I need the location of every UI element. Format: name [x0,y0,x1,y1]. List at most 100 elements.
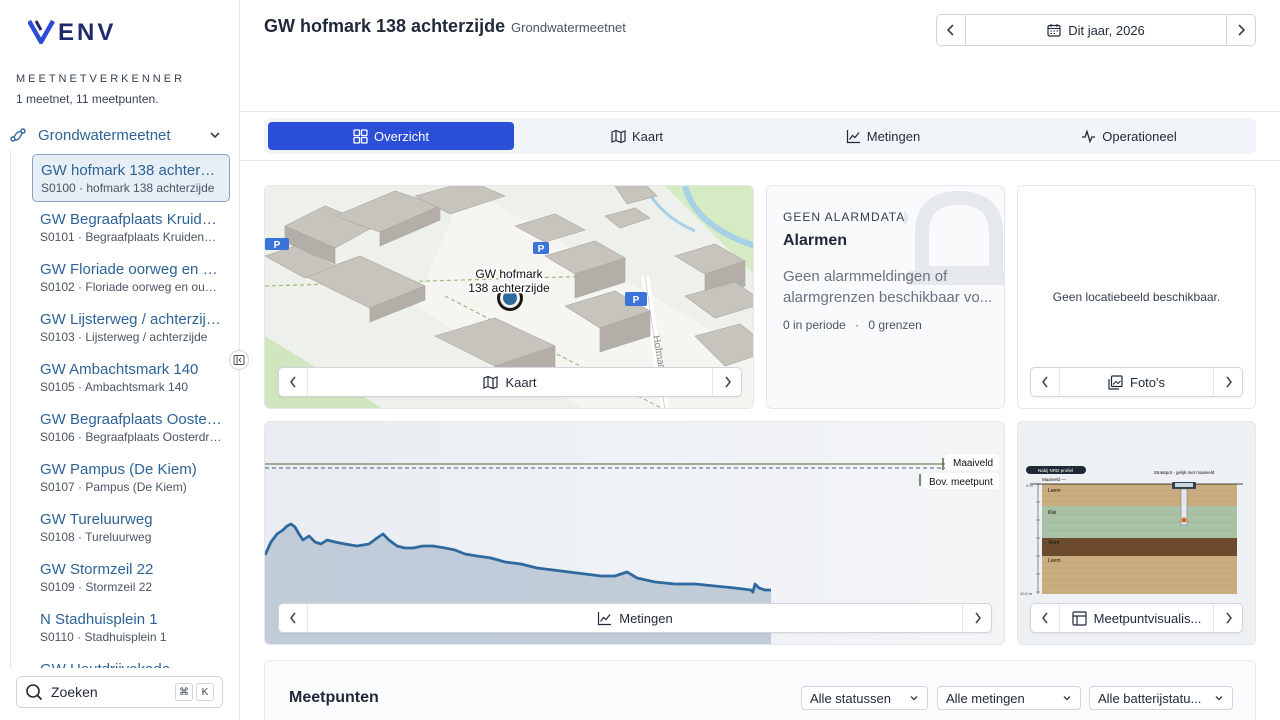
point-subtitle: S0108 · Tureluurweg [40,530,152,544]
previous-period-button[interactable] [937,15,965,45]
map-next-button[interactable] [713,368,741,396]
network-group-toggle[interactable]: Grondwatermeetnet [10,124,230,146]
date-range-picker[interactable]: Dit jaar, 2026 [965,15,1227,45]
tab-overzicht[interactable]: Overzicht [268,122,514,150]
search-button[interactable]: Zoeken ⌘ K [16,676,223,708]
point-title: GW Tureluurweg [40,511,153,528]
point-title: GW hofmark 138 achterzijde [41,162,221,179]
tab-label: Metingen [866,128,921,144]
point-item-partial[interactable]: GW Houtdrijvekade [32,654,230,668]
legend-surface-label: Maaiveld [953,458,993,469]
tab-operationeel[interactable]: Operationeel [1006,122,1252,150]
layout-panel-icon [1072,610,1087,626]
photo-next-button[interactable] [1214,368,1242,396]
alarm-title: Alarmen [783,232,848,249]
map-open-button[interactable]: Kaart [307,368,713,396]
visual-open-button[interactable]: Meetpuntvisualis... [1059,604,1214,632]
status-filter-value: Alle statussen [810,690,891,706]
point-item-s0110[interactable]: N Stadhuisplein 1 S0110 · Stadhuisplein … [32,604,230,652]
parking-label: P [633,295,640,306]
point-item-s0108[interactable]: GW Tureluurweg S0108 · Tureluurweg [32,504,230,552]
point-item-s0109[interactable]: GW Stormzeil 22 S0109 · Stormzeil 22 [32,554,230,602]
point-item-s0106[interactable]: GW Begraafplaats Oosterdreef S0106 · Beg… [32,404,230,452]
point-subtitle: S0102 · Floriade oorweg en ouderen [40,280,222,294]
page-title: GW hofmark 138 achterzijde [264,16,506,36]
map-icon [611,129,626,143]
network-icon [10,128,26,142]
point-subtitle: S0110 · Stadhuisplein 1 [40,630,167,644]
point-item-s0103[interactable]: GW Lijsterweg / achterzijde S0103 · Lijs… [32,304,230,352]
chart-line-icon [846,129,860,143]
map-icon [483,375,499,389]
layer-label: Leem [1048,488,1061,494]
visual-next-button[interactable] [1214,604,1242,632]
next-period-button[interactable] [1227,15,1255,45]
tab-label: Operationeel [1102,128,1177,144]
measurements-previous-button[interactable] [279,604,307,632]
map-previous-button[interactable] [279,368,307,396]
chevron-left-icon [1041,376,1048,388]
alarm-eyebrow: GEEN ALARMDATA [783,210,906,224]
tab-label: Kaart [631,128,664,144]
point-item-s0107[interactable]: GW Pampus (De Kiem) S0107 · Pampus (De K… [32,454,230,502]
status-filter-select[interactable]: Alle statussen [801,686,928,710]
activity-icon [1082,128,1096,143]
map-card: P P P Hofmark GW hofmark 138 achterzijde… [264,185,754,409]
visual-pager-label: Meetpuntvisualis... [1093,610,1202,626]
measurements-next-button[interactable] [963,604,991,632]
grid-icon [353,128,368,144]
date-range-nav: Dit jaar, 2026 [936,14,1256,46]
date-range-label: Dit jaar, 2026 [1068,22,1145,38]
point-title: GW Floriade oorweg en ouderen [40,261,222,278]
shortcut-key-cmd: ⌘ [175,683,193,701]
point-item-s0102[interactable]: GW Floriade oorweg en ouderen S0102 · Fl… [32,254,230,302]
chevron-left-icon [1041,612,1048,624]
measurement-point-visual-card: Nabij NRD-profiel Maaiveld — Straatpot -… [1017,421,1256,645]
svg-text:ENV: ENV [58,19,116,44]
measurement-points-section: Meetpunten Alle statussen Alle metingen … [264,660,1256,720]
layer-label: Leem [1048,558,1061,564]
point-subtitle: S0109 · Stormzeil 22 [40,580,153,594]
chevron-down-icon [910,696,918,701]
chevron-down-icon [210,132,220,139]
chevron-down-icon [1063,696,1071,701]
chevron-down-icon [1215,696,1223,701]
measurements-card: Maaiveld Bov. meetpunt Metingen [264,421,1005,645]
point-item-s0105[interactable]: GW Ambachtsmark 140 S0105 · Ambachtsmark… [32,354,230,402]
point-subtitle: S0103 · Lijsterweg / achterzijde [40,330,208,344]
point-title: GW Stormzeil 22 [40,561,154,578]
chevron-right-icon [974,612,981,624]
section-heading: MEETNETVERKENNER [16,73,186,85]
photo-open-button[interactable]: Foto's [1059,368,1214,396]
measurement-point-list: GW hofmark 138 achterzijde S0100 · hofma… [10,150,232,668]
alarm-stats: 0 in periode · 0 grenzen [783,318,922,332]
network-label: Grondwatermeetnet [38,126,171,144]
photo-previous-button[interactable] [1031,368,1059,396]
point-item-s0101[interactable]: GW Begraafplaats Kruidenwijk S0101 · Beg… [32,204,230,252]
page-subtitle: Grondwatermeetnet [511,20,626,35]
visual-previous-button[interactable] [1031,604,1059,632]
app-logo[interactable]: ENV [28,18,154,44]
shortcut-key-k: K [196,683,214,701]
section-summary: 1 meetnet, 11 meetpunten. [16,92,159,106]
point-title: GW Begraafplaats Kruidenwijk [40,211,222,228]
visual-pager: Meetpuntvisualis... [1030,603,1243,633]
tab-metingen[interactable]: Metingen [760,122,1006,150]
search-icon [26,684,43,701]
measurement-points-title: Meetpunten [289,689,379,706]
tab-kaart[interactable]: Kaart [514,122,760,150]
alarm-limits-count: 0 grenzen [868,318,922,332]
battery-filter-select[interactable]: Alle batterijstatu... [1089,686,1233,710]
measurements-open-button[interactable]: Metingen [307,604,963,632]
alarm-card: GEEN ALARMDATA Alarmen Geen alarmmelding… [766,185,1005,409]
chevron-right-icon [1238,24,1246,36]
well-caption: Straatpot - gelijk met maaiveld [1154,470,1215,475]
point-title: GW Lijsterweg / achterzijde [40,311,222,328]
point-item-s0100[interactable]: GW hofmark 138 achterzijde S0100 · hofma… [32,154,230,202]
search-label: Zoeken [51,684,98,700]
point-title: N Stadhuisplein 1 [40,611,158,628]
measurements-pager-label: Metingen [619,610,673,626]
map-pager: Kaart [278,367,742,397]
measurements-filter-select[interactable]: Alle metingen [937,686,1081,710]
collapse-sidebar-button[interactable] [229,350,249,370]
